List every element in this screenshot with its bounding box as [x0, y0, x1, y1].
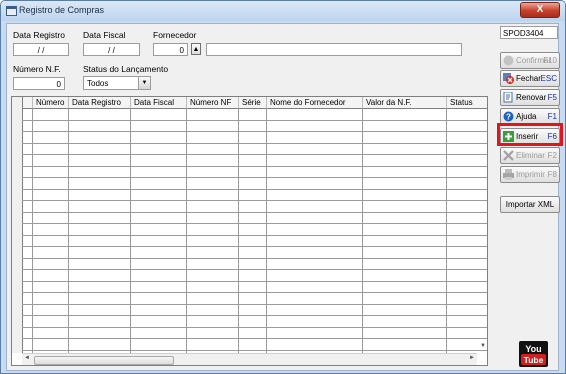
- arrow-up-icon: ▲: [192, 46, 200, 53]
- client-area: Data Registro Data Fiscal Fornecedor / /…: [6, 23, 563, 371]
- grid-row-line: [22, 154, 487, 155]
- grid-row-line: [22, 223, 487, 224]
- grid-row-line: [22, 166, 487, 167]
- grid-row-line: [22, 235, 487, 236]
- imprimir-shortcut: F8: [547, 170, 557, 179]
- imprimir-label: Imprimir: [516, 170, 545, 179]
- window-title: Registro de Compras: [19, 5, 105, 15]
- status-select-value: Todos: [87, 79, 109, 88]
- numero-nf-label: Número N.F.: [13, 64, 61, 74]
- importar-xml-label: Importar XML: [505, 200, 555, 209]
- window-close-button[interactable]: X: [520, 2, 560, 18]
- grid-row-line: [22, 258, 487, 259]
- column-header-nome-fornecedor[interactable]: Nome do Fornecedor: [266, 97, 362, 108]
- confirm-icon: [503, 55, 514, 66]
- grid-column-line: [68, 108, 69, 353]
- eliminar-label: Eliminar: [516, 151, 545, 160]
- grid-column-line: [186, 108, 187, 353]
- form-code-field: SPOD3404: [500, 26, 558, 39]
- grid-row-line: [22, 327, 487, 328]
- grid-column-line: [446, 108, 447, 353]
- fechar-button[interactable]: Fechar ESC: [500, 70, 560, 87]
- grid-row-line: [22, 143, 487, 144]
- numero-nf-input[interactable]: 0: [13, 77, 65, 90]
- column-header-data-registro[interactable]: Data Registro: [68, 97, 130, 108]
- grid-row-line: [22, 269, 487, 270]
- grid-row-line: [22, 177, 487, 178]
- grid-row-line: [22, 304, 487, 305]
- renovar-label: Renovar: [516, 93, 547, 102]
- youtube-top-text: You: [525, 344, 541, 354]
- youtube-logo[interactable]: You Tube: [519, 341, 548, 367]
- column-header-data-fiscal[interactable]: Data Fiscal: [130, 97, 186, 108]
- confirmar-shortcut: F10: [543, 56, 557, 65]
- status-select[interactable]: Todos ▼: [83, 76, 151, 90]
- data-fiscal-input[interactable]: / /: [83, 43, 140, 56]
- chevron-down-icon[interactable]: ▼: [138, 77, 150, 89]
- horizontal-scrollbar[interactable]: ◄ ►: [22, 353, 477, 365]
- fornecedor-label: Fornecedor: [153, 30, 197, 40]
- data-registro-label: Data Registro: [13, 30, 65, 40]
- eliminar-shortcut: F2: [547, 151, 557, 160]
- printer-icon: [503, 169, 514, 180]
- window-app-icon: [6, 6, 17, 16]
- grid-column-line: [130, 108, 131, 353]
- grid-row-line: [22, 292, 487, 293]
- fornecedor-name-input[interactable]: [206, 43, 462, 56]
- close-x-icon: [503, 73, 514, 84]
- eliminar-button[interactable]: Eliminar F2: [500, 147, 560, 164]
- status-lancamento-label: Status do Lançamento: [83, 64, 169, 74]
- renovar-button[interactable]: Renovar F5: [500, 89, 560, 106]
- inserir-highlight-box: [497, 123, 563, 146]
- youtube-bottom-text: Tube: [524, 355, 544, 365]
- ajuda-label: Ajuda: [516, 112, 537, 121]
- scrollbar-thumb[interactable]: [34, 356, 174, 365]
- help-icon: ?: [503, 111, 514, 122]
- renovar-shortcut: F5: [547, 93, 557, 102]
- compras-grid[interactable]: Número Data Registro Data Fiscal Número …: [11, 96, 488, 366]
- svg-text:?: ?: [506, 113, 511, 122]
- data-registro-input[interactable]: / /: [13, 43, 69, 56]
- delete-icon: [503, 150, 514, 161]
- grid-row-line: [22, 281, 487, 282]
- column-header-status[interactable]: Status: [446, 97, 487, 108]
- fechar-shortcut: ESC: [540, 74, 557, 83]
- grid-header-spacer: [22, 97, 32, 108]
- column-header-numero[interactable]: Número: [32, 97, 68, 108]
- grid-row-line: [22, 350, 487, 351]
- action-panel: SPOD3404 Confirmar F10 Fechar ESC Renova…: [498, 24, 560, 370]
- scroll-left-icon[interactable]: ◄: [24, 355, 30, 361]
- importar-xml-button[interactable]: Importar XML: [500, 196, 560, 213]
- scroll-down-icon[interactable]: ▼: [480, 343, 486, 349]
- column-header-serie[interactable]: Série: [238, 97, 266, 108]
- grid-column-line: [32, 108, 33, 353]
- grid-column-line: [266, 108, 267, 353]
- imprimir-button[interactable]: Imprimir F8: [500, 166, 560, 183]
- title-bar[interactable]: Registro de Compras X: [1, 1, 565, 21]
- grid-row-line: [22, 212, 487, 213]
- registro-compras-window: Registro de Compras X Data Registro Data…: [0, 0, 566, 374]
- grid-row-line: [22, 120, 487, 121]
- column-header-numero-nf[interactable]: Número NF: [186, 97, 238, 108]
- grid-column-line: [362, 108, 363, 353]
- scroll-right-icon[interactable]: ►: [469, 355, 475, 361]
- fechar-label: Fechar: [516, 74, 541, 83]
- grid-row-line: [22, 131, 487, 132]
- grid-row-line: [22, 189, 487, 190]
- fornecedor-code-input[interactable]: 0: [153, 43, 188, 56]
- grid-row-line: [22, 200, 487, 201]
- grid-row-line: [22, 338, 487, 339]
- data-fiscal-label: Data Fiscal: [83, 30, 126, 40]
- grid-column-line: [238, 108, 239, 353]
- ajuda-shortcut: F1: [547, 112, 557, 121]
- column-header-valor-nf[interactable]: Valor da N.F.: [362, 97, 446, 108]
- grid-row-line: [22, 246, 487, 247]
- grid-header: Número Data Registro Data Fiscal Número …: [12, 97, 487, 109]
- refresh-icon: [503, 92, 513, 103]
- grid-row-line: [22, 315, 487, 316]
- fornecedor-lookup-button[interactable]: ▲: [191, 43, 201, 55]
- confirmar-button[interactable]: Confirmar F10: [500, 52, 560, 69]
